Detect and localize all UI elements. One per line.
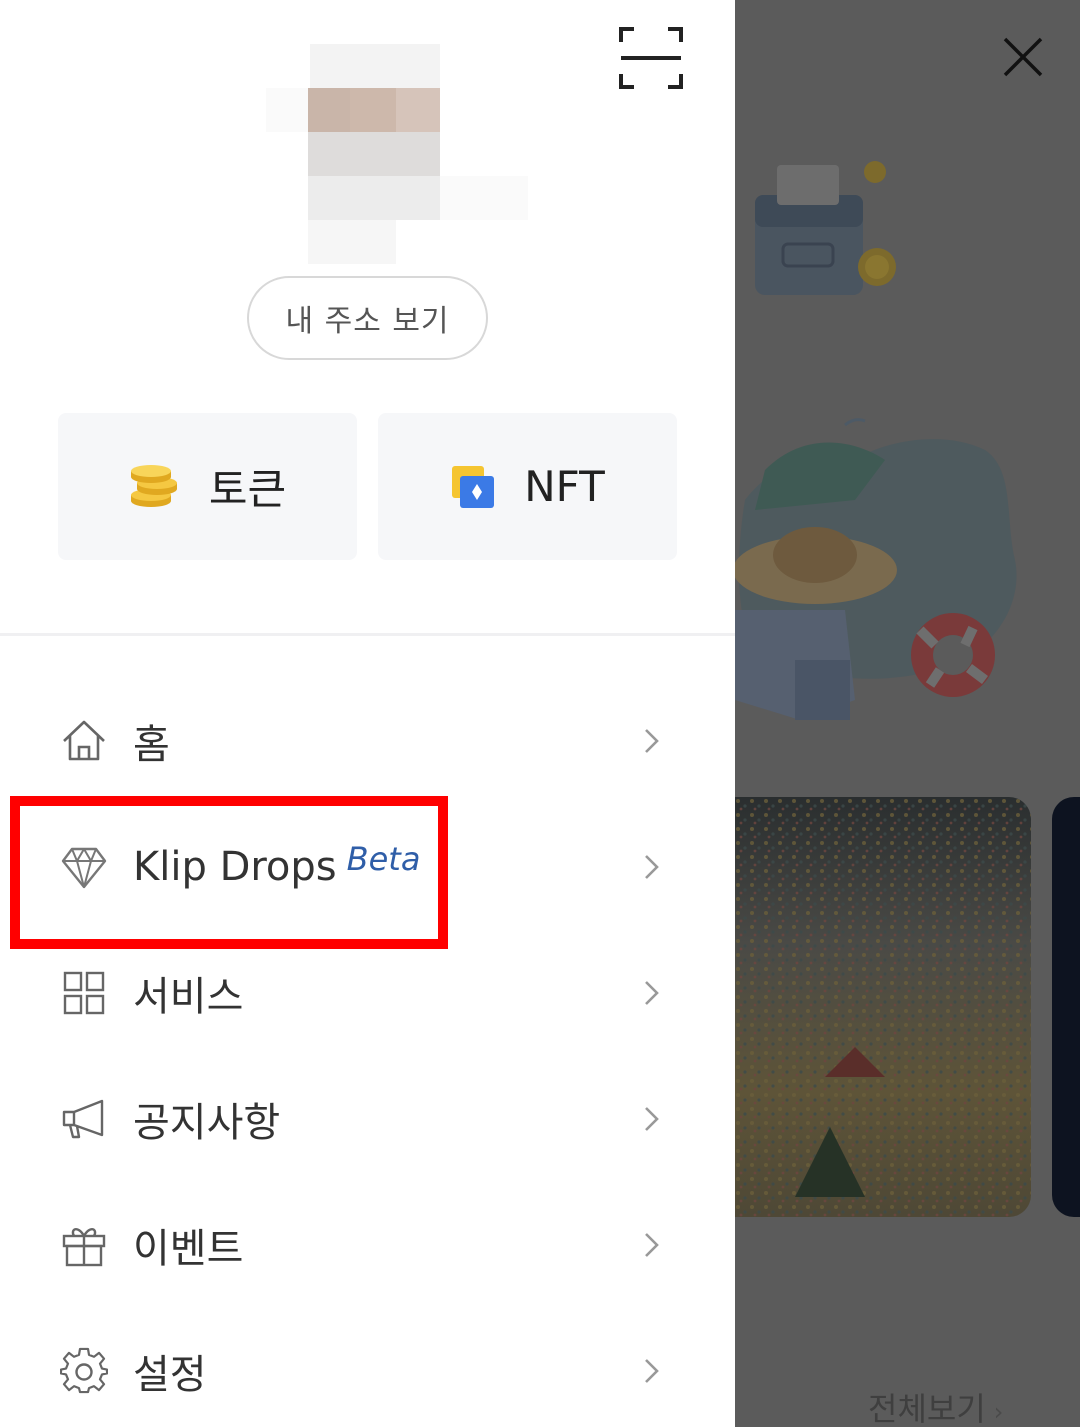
token-label: 토큰 — [208, 465, 287, 514]
gift-icon — [62, 1228, 106, 1267]
side-drawer: 내 주소 보기 토큰 NFT 홈 Klip Drops Beta 서비스 공지사… — [0, 0, 735, 1427]
nft-card-icon — [452, 465, 495, 508]
megaphone-icon — [62, 1099, 104, 1139]
chevron-right-icon — [645, 729, 659, 753]
diamond-icon — [61, 847, 107, 889]
chevron-right-icon — [645, 1107, 659, 1131]
menu-label-klip-drops: Klip Drops Beta — [133, 840, 420, 890]
menu-label-settings: 설정 — [133, 1352, 207, 1398]
grid-icon — [63, 971, 105, 1015]
nft-label: NFT — [524, 462, 605, 511]
nft-tile[interactable]: NFT — [378, 413, 677, 560]
menu-item-services[interactable]: 서비스 — [0, 938, 735, 1048]
token-tile[interactable]: 토큰 — [58, 413, 357, 560]
next-nft-card[interactable] — [1052, 797, 1080, 1217]
view-all-link[interactable]: 전체보기 › — [868, 1384, 1003, 1427]
menu-label-notices: 공지사항 — [133, 1100, 281, 1146]
menu-label-services: 서비스 — [133, 974, 244, 1020]
chevron-right-icon: › — [993, 1398, 1004, 1426]
featured-nft-artwork[interactable] — [735, 797, 1031, 1217]
menu-item-events[interactable]: 이벤트 — [0, 1190, 735, 1300]
view-my-address-label: 내 주소 보기 — [285, 304, 450, 339]
view-my-address-button[interactable]: 내 주소 보기 — [247, 276, 488, 360]
menu-item-klip-drops[interactable]: Klip Drops Beta — [0, 812, 735, 922]
chevron-right-icon — [645, 981, 659, 1005]
menu-item-notices[interactable]: 공지사항 — [0, 1064, 735, 1174]
chevron-right-icon — [645, 1233, 659, 1257]
klip-drops-label: Klip Drops — [133, 844, 337, 890]
avatar — [262, 44, 532, 264]
menu-item-home[interactable]: 홈 — [0, 686, 735, 796]
menu-item-settings[interactable]: 설정 — [0, 1316, 735, 1426]
coins-icon — [130, 464, 177, 507]
view-all-label: 전체보기 — [868, 1390, 986, 1427]
section-divider — [0, 633, 735, 636]
menu-label-home: 홈 — [133, 722, 170, 768]
chevron-right-icon — [645, 1359, 659, 1383]
menu-label-events: 이벤트 — [133, 1226, 244, 1272]
close-icon[interactable] — [998, 32, 1048, 82]
chevron-right-icon — [645, 855, 659, 879]
qr-scan-icon[interactable] — [618, 26, 684, 90]
home-icon — [63, 720, 105, 761]
beta-badge: Beta — [346, 840, 421, 878]
promo-illustration — [735, 161, 1017, 720]
gear-icon — [60, 1347, 108, 1394]
